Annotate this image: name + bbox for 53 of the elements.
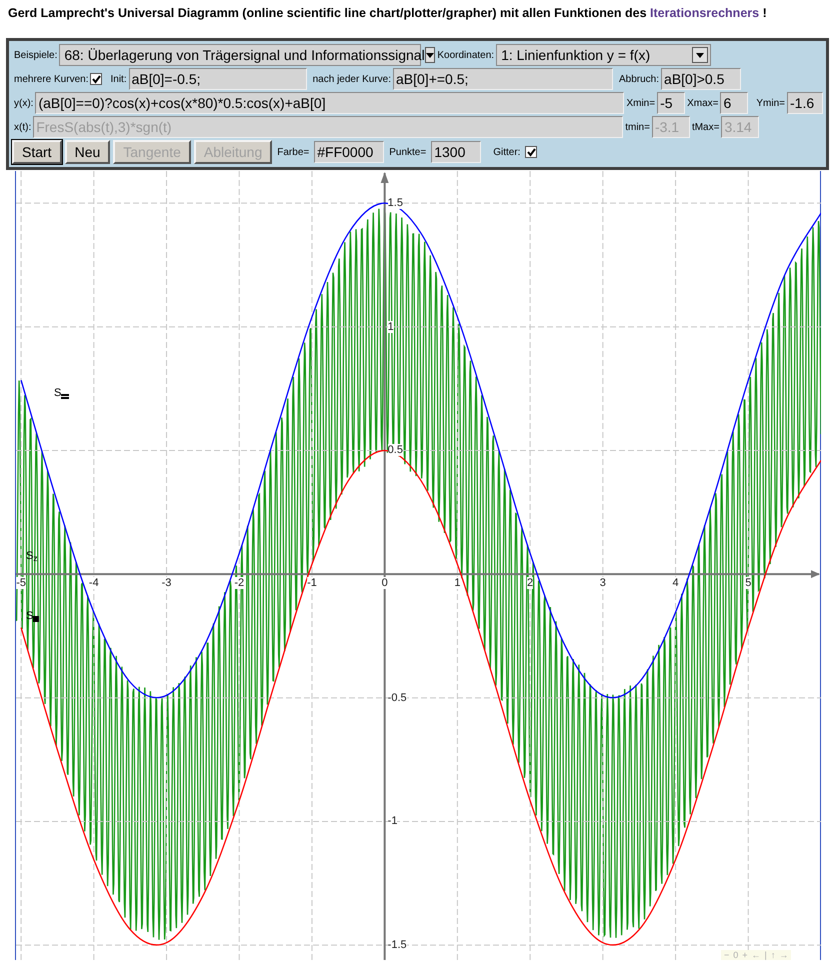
input-field[interactable]: 1300 <box>431 141 482 163</box>
x-tick-label: -5 <box>16 577 26 590</box>
input-field[interactable]: (aB[0]==0)?cos(x)+cos(x*80)*0.5:cos(x)+aB[0] <box>35 92 624 114</box>
input-field[interactable]: #FF0000 <box>314 141 384 163</box>
x-tick-label: 5 <box>745 577 752 590</box>
field-label: Abbruch: <box>618 72 660 86</box>
field-label: Ymin= <box>755 96 786 110</box>
checkbox[interactable] <box>525 146 538 158</box>
action-button[interactable]: Start <box>12 140 62 164</box>
field-label: tmin= <box>624 120 651 134</box>
checkmark-icon <box>526 148 536 156</box>
field-label: Init: <box>109 72 128 86</box>
field-label: tMax= <box>690 120 720 134</box>
dropdown[interactable]: 1: Linienfunktion y = f(x) <box>496 44 712 66</box>
x-tick-label: 0 <box>382 577 388 590</box>
x-tick-label: -4 <box>88 577 99 590</box>
y-tick-label: 1.5 <box>388 197 403 210</box>
x-tick-label: 1 <box>454 577 460 590</box>
field-label: nach jeder Kurve: <box>312 72 392 86</box>
input-field[interactable]: 6 <box>720 92 748 114</box>
input-field[interactable]: aB[0]=-0.5; <box>128 68 307 90</box>
field-label: Gitter: <box>492 146 522 160</box>
checkbox[interactable] <box>90 73 102 85</box>
field-label: Farbe= <box>276 146 310 160</box>
input-field[interactable]: -1.6 <box>787 92 823 114</box>
y-tick-label: 1 <box>388 320 394 333</box>
curve-label: S <box>54 388 62 400</box>
y-tick-label: -1.5 <box>388 939 407 952</box>
page-title: Gerd Lamprecht's Universal Diagramm (online scientific line chart/plotter/grapher) mit allen Funktionen des Iterationsrechners ! <box>8 5 768 22</box>
x-tick-label: -3 <box>162 577 172 590</box>
x-tick-label: 3 <box>600 577 606 590</box>
input-field[interactable]: aB[0]+=0.5; <box>393 68 613 90</box>
input-field[interactable]: aB[0]>0.5 <box>661 68 742 90</box>
field-label: x(t): <box>13 120 32 134</box>
square-icon <box>33 616 40 622</box>
x-tick-label: 2 <box>527 577 534 590</box>
y-tick-label: -0.5 <box>388 692 407 704</box>
field-label: Punkte= <box>388 146 428 160</box>
x-tick-label: 4 <box>672 577 679 590</box>
action-button[interactable]: Neu <box>64 140 110 164</box>
field-label: Beispiele: <box>13 48 58 62</box>
y-tick-label: 0.5 <box>388 444 403 456</box>
iterationsrechner-link[interactable]: Iterationsrechners <box>650 6 760 20</box>
field-label: Koordinaten: <box>436 48 496 62</box>
field-label: y(x): <box>13 96 34 110</box>
x-tick-label: -1 <box>307 577 317 590</box>
double-bar-icon <box>61 394 70 400</box>
x-tick-label: -2 <box>234 577 244 590</box>
field-label: Xmax= <box>686 96 720 110</box>
field-label: mehrere Kurven: <box>13 72 90 86</box>
input-field[interactable]: -5 <box>657 92 686 114</box>
field-label: Xmin= <box>625 96 656 110</box>
checkmark-icon <box>92 74 101 84</box>
